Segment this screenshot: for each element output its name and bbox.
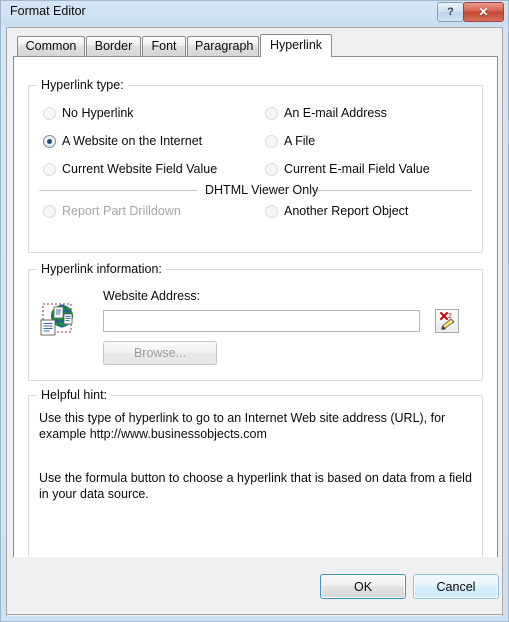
dhtml-viewer-heading: DHTML Viewer Only: [205, 183, 319, 197]
radio-email-address-indicator: [265, 106, 278, 120]
helpful-hint-group: Helpful hint: Use this type of hyperlink…: [28, 388, 483, 567]
formula-pencil-icon: 2: [440, 312, 455, 330]
radio-current-email-field-value-indicator: [265, 162, 278, 176]
radio-another-report-object-label: Another Report Object: [284, 204, 409, 218]
dhtml-divider-right: [314, 190, 472, 191]
close-icon[interactable]: ✕: [463, 2, 504, 22]
dialog-body: Common Border Font Paragraph Hyperlink H…: [6, 27, 503, 616]
tab-hyperlink[interactable]: Hyperlink: [260, 34, 332, 57]
radio-email-address-label: An E-mail Address: [284, 106, 387, 120]
hyperlink-information-legend: Hyperlink information:: [37, 262, 166, 276]
tab-common[interactable]: Common: [17, 36, 85, 56]
radio-current-email-field-value[interactable]: Current E-mail Field Value: [265, 162, 430, 176]
cancel-button[interactable]: Cancel: [413, 574, 499, 599]
hyperlink-information-group: Hyperlink information: Website Address:: [28, 262, 483, 381]
help-icon[interactable]: ?: [437, 2, 464, 22]
radio-another-report-object[interactable]: Another Report Object: [265, 204, 408, 218]
radio-report-part-drilldown-label: Report Part Drilldown: [62, 204, 181, 218]
tab-paragraph[interactable]: Paragraph: [187, 36, 259, 56]
radio-website-internet-label: A Website on the Internet: [62, 134, 203, 148]
radio-report-part-drilldown: Report Part Drilldown: [43, 204, 181, 218]
window-title: Format Editor: [10, 4, 86, 18]
radio-a-file-label: A File: [284, 134, 316, 148]
radio-no-hyperlink-label: No Hyperlink: [62, 106, 134, 120]
radio-report-part-drilldown-indicator: [43, 204, 56, 218]
dialog-footer: OK Cancel: [6, 557, 503, 615]
radio-email-address[interactable]: An E-mail Address: [265, 106, 387, 120]
tab-border[interactable]: Border: [86, 36, 141, 56]
radio-no-hyperlink[interactable]: No Hyperlink: [43, 106, 134, 120]
hyperlink-type-group: Hyperlink type: No Hyperlink A Website o…: [28, 78, 483, 253]
website-address-label: Website Address:: [103, 289, 201, 303]
hint-paragraph-1: Use this type of hyperlink to go to an I…: [39, 411, 446, 441]
formula-editor-button[interactable]: 2: [435, 309, 459, 333]
radio-current-email-field-value-label: Current E-mail Field Value: [284, 162, 430, 176]
radio-a-file[interactable]: A File: [265, 134, 315, 148]
radio-current-website-field-value[interactable]: Current Website Field Value: [43, 162, 217, 176]
radio-current-website-field-value-indicator: [43, 162, 56, 176]
browse-button[interactable]: Browse...: [103, 341, 217, 365]
radio-another-report-object-indicator: [265, 204, 278, 218]
radio-website-internet-indicator: [43, 134, 56, 148]
website-address-input[interactable]: [103, 310, 420, 332]
radio-current-website-field-value-label: Current Website Field Value: [62, 162, 218, 176]
format-editor-dialog: Format Editor ? ✕ Common Border Font Par…: [0, 0, 509, 622]
radio-website-internet[interactable]: A Website on the Internet: [43, 134, 202, 148]
tab-font[interactable]: Font: [142, 36, 186, 56]
dhtml-divider-left: [39, 190, 197, 191]
hint-paragraph-2: Use the formula button to choose a hyper…: [39, 471, 472, 501]
title-bar: Format Editor ? ✕: [1, 1, 508, 26]
globe-document-icon: [40, 303, 73, 336]
radio-no-hyperlink-indicator: [43, 106, 56, 120]
helpful-hint-legend: Helpful hint:: [37, 388, 112, 402]
hyperlink-type-legend: Hyperlink type:: [37, 78, 128, 92]
tab-strip: Common Border Font Paragraph Hyperlink: [13, 34, 498, 57]
radio-a-file-indicator: [265, 134, 278, 148]
ok-button[interactable]: OK: [320, 574, 406, 599]
hyperlink-tab-pane: Hyperlink type: No Hyperlink A Website o…: [13, 56, 498, 577]
